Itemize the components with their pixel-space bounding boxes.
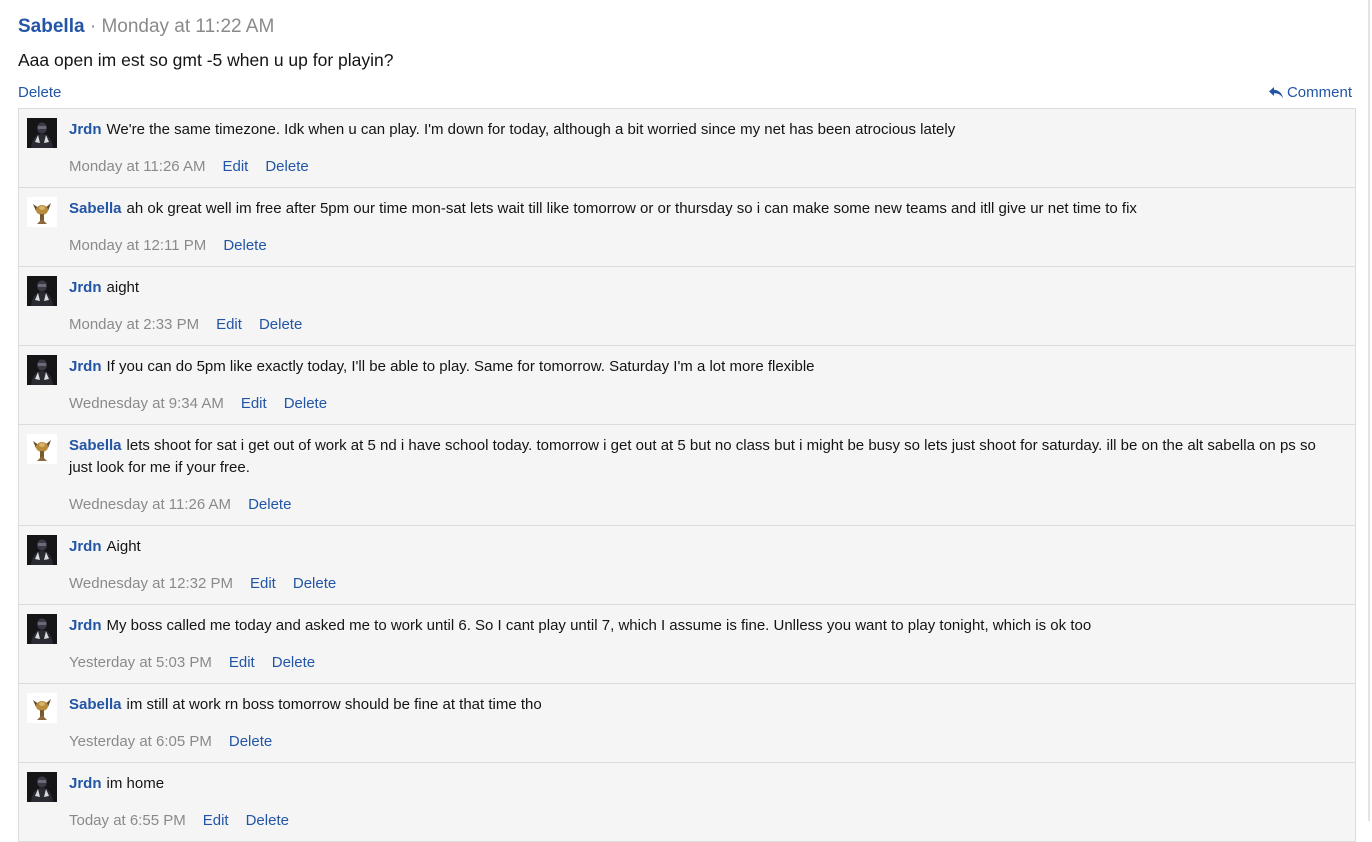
comment-text-line: Jrdn My boss called me today and asked me… [69, 605, 1355, 637]
comment-meta: Monday at 11:26 AM Edit Delete [69, 156, 1355, 187]
comment-body: ah ok great well im free after 5pm our t… [126, 200, 1137, 217]
jrdn-avatar[interactable] [27, 276, 57, 306]
comment-text-line: Sabella ah ok great well im free after 5p… [69, 188, 1355, 220]
comment-text-line: Jrdn im home [69, 763, 1355, 795]
comment-meta: Yesterday at 5:03 PM Edit Delete [69, 652, 1355, 683]
comment-timestamp: Monday at 12:11 PM [69, 237, 207, 254]
comment-item: Sabella lets shoot for sat i get out of w… [19, 425, 1355, 526]
comment-edit-link[interactable]: Edit [216, 316, 242, 333]
comment-body: Aight [106, 538, 141, 555]
comment-delete-link[interactable]: Delete [248, 496, 291, 513]
comment-delete-link[interactable]: Delete [265, 158, 308, 175]
jrdn-avatar[interactable] [27, 614, 57, 644]
post-timestamp: Monday at 11:22 AM [101, 16, 275, 37]
comment-body: aight [106, 279, 140, 296]
comment-timestamp: Yesterday at 5:03 PM [69, 654, 212, 671]
comment-author-link[interactable]: Jrdn [69, 358, 102, 375]
comment-body: im home [106, 775, 165, 792]
sabella-avatar[interactable] [27, 434, 57, 464]
comment-text-line: Jrdn Aight [69, 526, 1355, 558]
thread-container: Sabella · Monday at 11:22 AM Aaa open im… [0, 0, 1370, 842]
comment-author-link[interactable]: Jrdn [69, 279, 102, 296]
comment-body: We're the same timezone. Idk when u can … [106, 121, 956, 138]
comment-item: Jrdn My boss called me today and asked me… [19, 605, 1355, 684]
comment-author-link[interactable]: Sabella [69, 200, 122, 217]
comment-delete-link[interactable]: Delete [272, 654, 315, 671]
comment-author-link[interactable]: Sabella [69, 437, 122, 454]
comment-meta: Wednesday at 12:32 PM Edit Delete [69, 573, 1355, 604]
comment-timestamp: Wednesday at 11:26 AM [69, 496, 232, 513]
comment-timestamp: Monday at 2:33 PM [69, 316, 200, 333]
comment-delete-link[interactable]: Delete [259, 316, 302, 333]
post-header: Sabella · Monday at 11:22 AM [18, 14, 274, 40]
comment-timestamp: Monday at 11:26 AM [69, 158, 206, 175]
comment-author-link[interactable]: Jrdn [69, 121, 102, 138]
post-author-link[interactable]: Sabella [18, 16, 85, 37]
comment-timestamp: Wednesday at 12:32 PM [69, 575, 233, 592]
comment-item: Jrdn If you can do 5pm like exactly today… [19, 346, 1355, 425]
comment-meta: Wednesday at 11:26 AM Delete [69, 494, 1355, 525]
comment-item: Jrdn Aight Wednesday at 12:32 PM Edit Delete [19, 526, 1355, 605]
post-actions: Delete Comment [18, 82, 1352, 104]
comment-body: im still at work rn boss tomorrow should… [126, 696, 542, 713]
comment-author-link[interactable]: Jrdn [69, 775, 102, 792]
comment-delete-link[interactable]: Delete [223, 237, 266, 254]
comment-timestamp: Yesterday at 6:05 PM [69, 733, 212, 750]
comment-text-line: Jrdn aight [69, 267, 1355, 299]
comment-meta: Wednesday at 9:34 AM Edit Delete [69, 393, 1355, 424]
comment-text-line: Sabella lets shoot for sat i get out of w… [69, 425, 1355, 479]
post-body: Aaa open im est so gmt -5 when u up for … [18, 50, 394, 70]
comment-body: If you can do 5pm like exactly today, I'… [106, 358, 815, 375]
comment-edit-link[interactable]: Edit [250, 575, 276, 592]
comment-text-line: Sabella im still at work rn boss tomorrow… [69, 684, 1355, 716]
jrdn-avatar[interactable] [27, 355, 57, 385]
sabella-avatar[interactable] [27, 197, 57, 227]
comment-delete-link[interactable]: Delete [229, 733, 272, 750]
reply-icon [1268, 87, 1283, 99]
comment-body: My boss called me today and asked me to … [106, 617, 1092, 634]
comment-text-line: Jrdn We're the same timezone. Idk when u … [69, 109, 1355, 141]
comment-author-link[interactable]: Jrdn [69, 617, 102, 634]
comment-meta: Monday at 2:33 PM Edit Delete [69, 314, 1355, 345]
jrdn-avatar[interactable] [27, 535, 57, 565]
comment-delete-link[interactable]: Delete [284, 395, 327, 412]
comment-list: Jrdn We're the same timezone. Idk when u … [18, 108, 1356, 842]
comment-button-label: Comment [1286, 84, 1352, 101]
comment-author-link[interactable]: Jrdn [69, 538, 102, 555]
comment-timestamp: Wednesday at 9:34 AM [69, 395, 224, 412]
comment-item: Jrdn aight Monday at 2:33 PM Edit Delete [19, 267, 1355, 346]
comment-item: Sabella ah ok great well im free after 5p… [19, 188, 1355, 267]
comment-meta: Yesterday at 6:05 PM Delete [69, 731, 1355, 762]
comment-edit-link[interactable]: Edit [222, 158, 248, 175]
post-separator: · [89, 16, 97, 37]
jrdn-avatar[interactable] [27, 772, 57, 802]
comment-author-link[interactable]: Sabella [69, 696, 122, 713]
jrdn-avatar[interactable] [27, 118, 57, 148]
comment-body: lets shoot for sat i get out of work at … [69, 437, 1316, 476]
comment-edit-link[interactable]: Edit [241, 395, 267, 412]
comment-edit-link[interactable]: Edit [229, 654, 255, 671]
comment-text-line: Jrdn If you can do 5pm like exactly today… [69, 346, 1355, 378]
comment-meta: Monday at 12:11 PM Delete [69, 235, 1355, 266]
comment-item: Jrdn im home Today at 6:55 PM Edit Delete [19, 763, 1355, 841]
sabella-avatar[interactable] [27, 693, 57, 723]
post-delete-link[interactable]: Delete [18, 82, 61, 104]
comment-item: Sabella im still at work rn boss tomorrow… [19, 684, 1355, 763]
comment-delete-link[interactable]: Delete [293, 575, 336, 592]
comment-button[interactable]: Comment [1268, 82, 1352, 104]
comment-meta: Today at 6:55 PM Edit Delete [69, 810, 1355, 841]
comment-item: Jrdn We're the same timezone. Idk when u … [19, 109, 1355, 188]
